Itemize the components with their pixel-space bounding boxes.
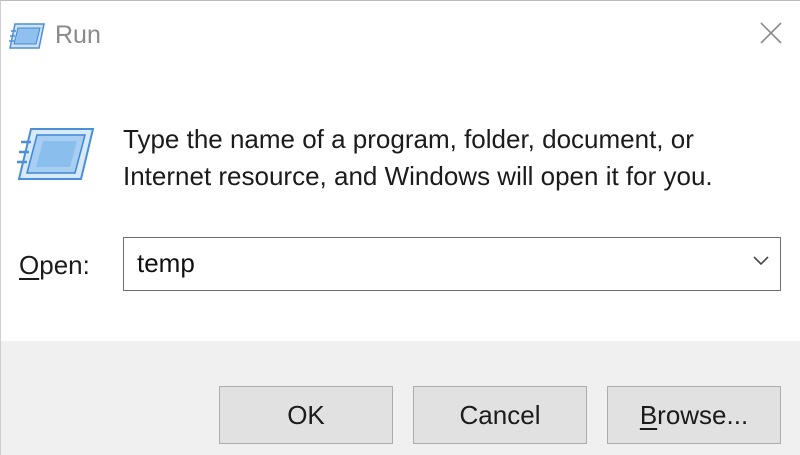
- open-label: Open:: [19, 248, 90, 282]
- browse-mnemonic: B: [639, 399, 658, 430]
- open-label-rest: pen:: [39, 250, 90, 280]
- description-line-1: Type the name of a program, folder, docu…: [123, 124, 694, 154]
- run-icon: [9, 23, 45, 49]
- browse-button[interactable]: Browse...: [607, 386, 781, 444]
- open-input[interactable]: [124, 238, 724, 289]
- run-icon: [15, 127, 95, 181]
- dropdown-button[interactable]: [748, 250, 774, 276]
- title-bar: Run: [1, 1, 800, 69]
- dialog-description: Type the name of a program, folder, docu…: [123, 121, 783, 195]
- open-label-mnemonic: O: [19, 250, 40, 280]
- open-combobox[interactable]: [123, 237, 781, 291]
- description-line-2: Internet resource, and Windows will open…: [123, 161, 713, 191]
- chevron-down-icon: [752, 254, 770, 272]
- button-bar: OK Cancel Browse...: [1, 341, 800, 455]
- window-title: Run: [55, 21, 101, 49]
- cancel-button[interactable]: Cancel: [413, 386, 587, 444]
- close-button[interactable]: [747, 13, 795, 57]
- run-dialog: Run Type the name of a program, folder, …: [0, 0, 800, 455]
- close-icon: [759, 21, 783, 50]
- ok-button[interactable]: OK: [219, 386, 393, 444]
- browse-label-rest: rowse...: [657, 399, 749, 430]
